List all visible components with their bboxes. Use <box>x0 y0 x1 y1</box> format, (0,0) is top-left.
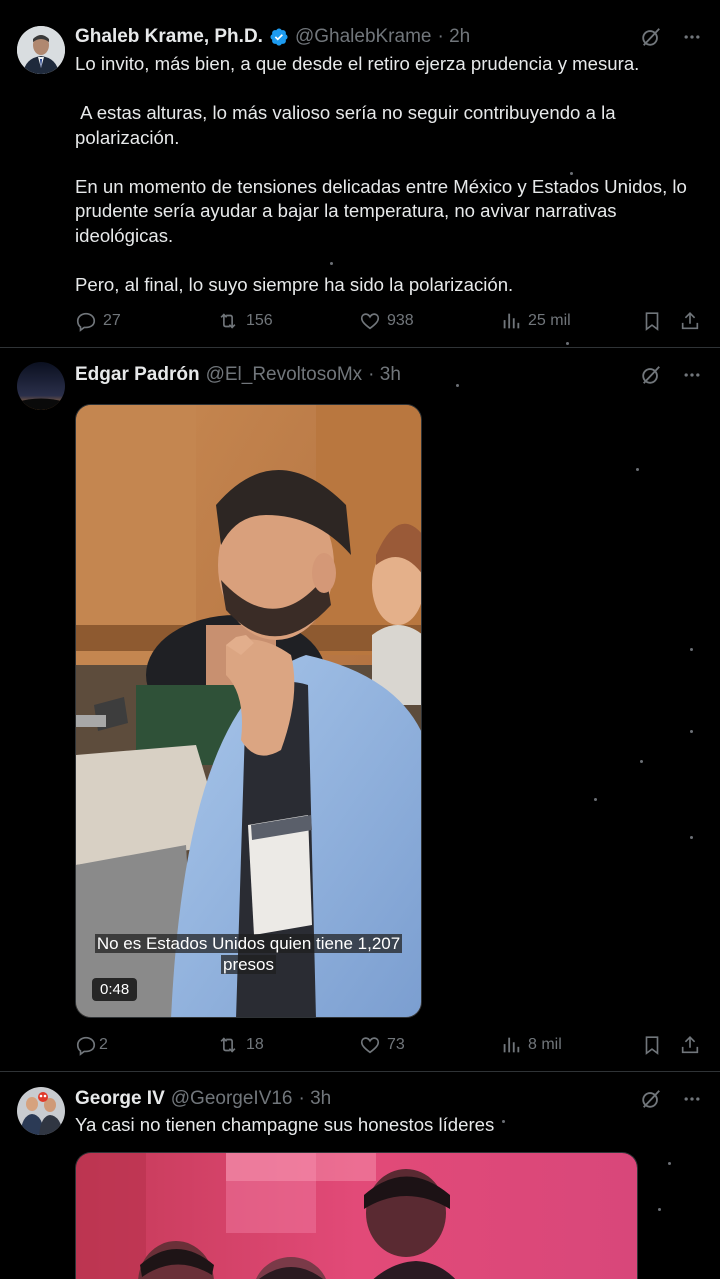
caption-line: presos <box>220 955 277 974</box>
video-caption: No es Estados Unidos quien tiene 1,207 p… <box>76 933 421 975</box>
views-icon <box>503 1037 520 1053</box>
video-frame <box>76 1153 637 1279</box>
repost-button[interactable]: 18 <box>216 1030 264 1060</box>
like-button[interactable]: 938 <box>359 306 414 336</box>
repost-button[interactable]: 156 <box>216 306 273 336</box>
tweet-actions: 27 156 938 25 mil <box>75 306 705 336</box>
timestamp[interactable]: · 3h <box>368 364 401 386</box>
author-name[interactable]: George IV <box>75 1088 165 1110</box>
bookmark-icon <box>645 1036 659 1055</box>
share-button[interactable] <box>679 1030 701 1060</box>
views-button[interactable]: 25 mil <box>500 306 571 336</box>
tweet-paragraph: En un momento de tensiones delicadas ent… <box>75 175 687 246</box>
bookmark-button[interactable] <box>641 1030 663 1060</box>
author-handle[interactable]: @GhalebKrame <box>295 26 432 48</box>
share-button[interactable] <box>679 306 701 336</box>
caption-line: No es Estados Unidos quien tiene 1,207 <box>94 934 403 953</box>
more-icon[interactable] <box>682 27 702 47</box>
header-actions <box>640 1088 702 1110</box>
views-icon <box>503 313 520 329</box>
like-icon <box>360 313 380 330</box>
bookmark-icon <box>645 312 659 331</box>
grok-icon[interactable] <box>640 1088 662 1110</box>
tweet-paragraph: Lo invito, más bien, a que desde el reti… <box>75 53 640 74</box>
grok-icon[interactable] <box>640 364 662 386</box>
video-player[interactable] <box>75 1152 638 1279</box>
tweet-paragraph: Pero, al final, lo suyo siempre ha sido … <box>75 273 514 295</box>
reply-icon <box>76 1036 96 1056</box>
like-icon <box>360 1037 380 1054</box>
repost-icon <box>220 313 236 329</box>
share-icon <box>681 1036 699 1054</box>
like-button[interactable]: 73 <box>359 1030 405 1060</box>
tweet-text: Ya casi no tienen champagne sus honestos… <box>75 1114 495 1135</box>
reply-button[interactable]: 2 <box>75 1030 108 1060</box>
tweet-text: Lo invito, más bien, a que desde el reti… <box>75 52 705 297</box>
header-actions <box>640 26 702 48</box>
tweet[interactable]: Ghaleb Krame, Ph.D. @GhalebKrame · 2h Lo… <box>0 0 720 348</box>
bookmark-button[interactable] <box>641 306 663 336</box>
author-handle[interactable]: @El_RevoltosoMx <box>206 364 363 386</box>
video-frame <box>76 405 421 1017</box>
reply-icon <box>76 312 96 332</box>
tweet-header: Edgar Padrón @El_RevoltosoMx · 3h <box>75 361 401 389</box>
timestamp[interactable]: · 3h <box>299 1088 332 1110</box>
reply-button[interactable]: 27 <box>75 306 121 336</box>
more-icon[interactable] <box>682 365 702 385</box>
verified-badge-icon <box>269 27 289 47</box>
avatar[interactable] <box>17 1087 65 1135</box>
tweet-actions: 2 18 73 8 mil <box>75 1030 705 1060</box>
tweet[interactable]: Edgar Padrón @El_RevoltosoMx · 3h No es … <box>0 348 720 1070</box>
author-name[interactable]: Edgar Padrón <box>75 364 200 386</box>
author-name[interactable]: Ghaleb Krame, Ph.D. <box>75 26 263 48</box>
more-icon[interactable] <box>682 1089 702 1109</box>
share-icon <box>681 312 699 330</box>
video-player[interactable]: No es Estados Unidos quien tiene 1,207 p… <box>75 404 422 1018</box>
tweet[interactable]: George IV @GeorgeIV16 · 3h Ya casi no ti… <box>0 1072 720 1279</box>
author-handle[interactable]: @GeorgeIV16 <box>171 1088 293 1110</box>
grok-icon[interactable] <box>640 26 662 48</box>
tweet-header: Ghaleb Krame, Ph.D. @GhalebKrame · 2h <box>75 23 470 51</box>
views-button[interactable]: 8 mil <box>500 1030 562 1060</box>
tweet-header: George IV @GeorgeIV16 · 3h <box>75 1085 331 1113</box>
header-actions <box>640 364 702 386</box>
repost-icon <box>220 1037 236 1053</box>
avatar[interactable] <box>17 26 65 74</box>
tweet-paragraph: A estas alturas, lo más valioso sería no… <box>75 102 616 148</box>
timestamp[interactable]: · 2h <box>437 26 470 48</box>
video-duration: 0:48 <box>92 978 138 1001</box>
avatar[interactable] <box>17 362 65 410</box>
